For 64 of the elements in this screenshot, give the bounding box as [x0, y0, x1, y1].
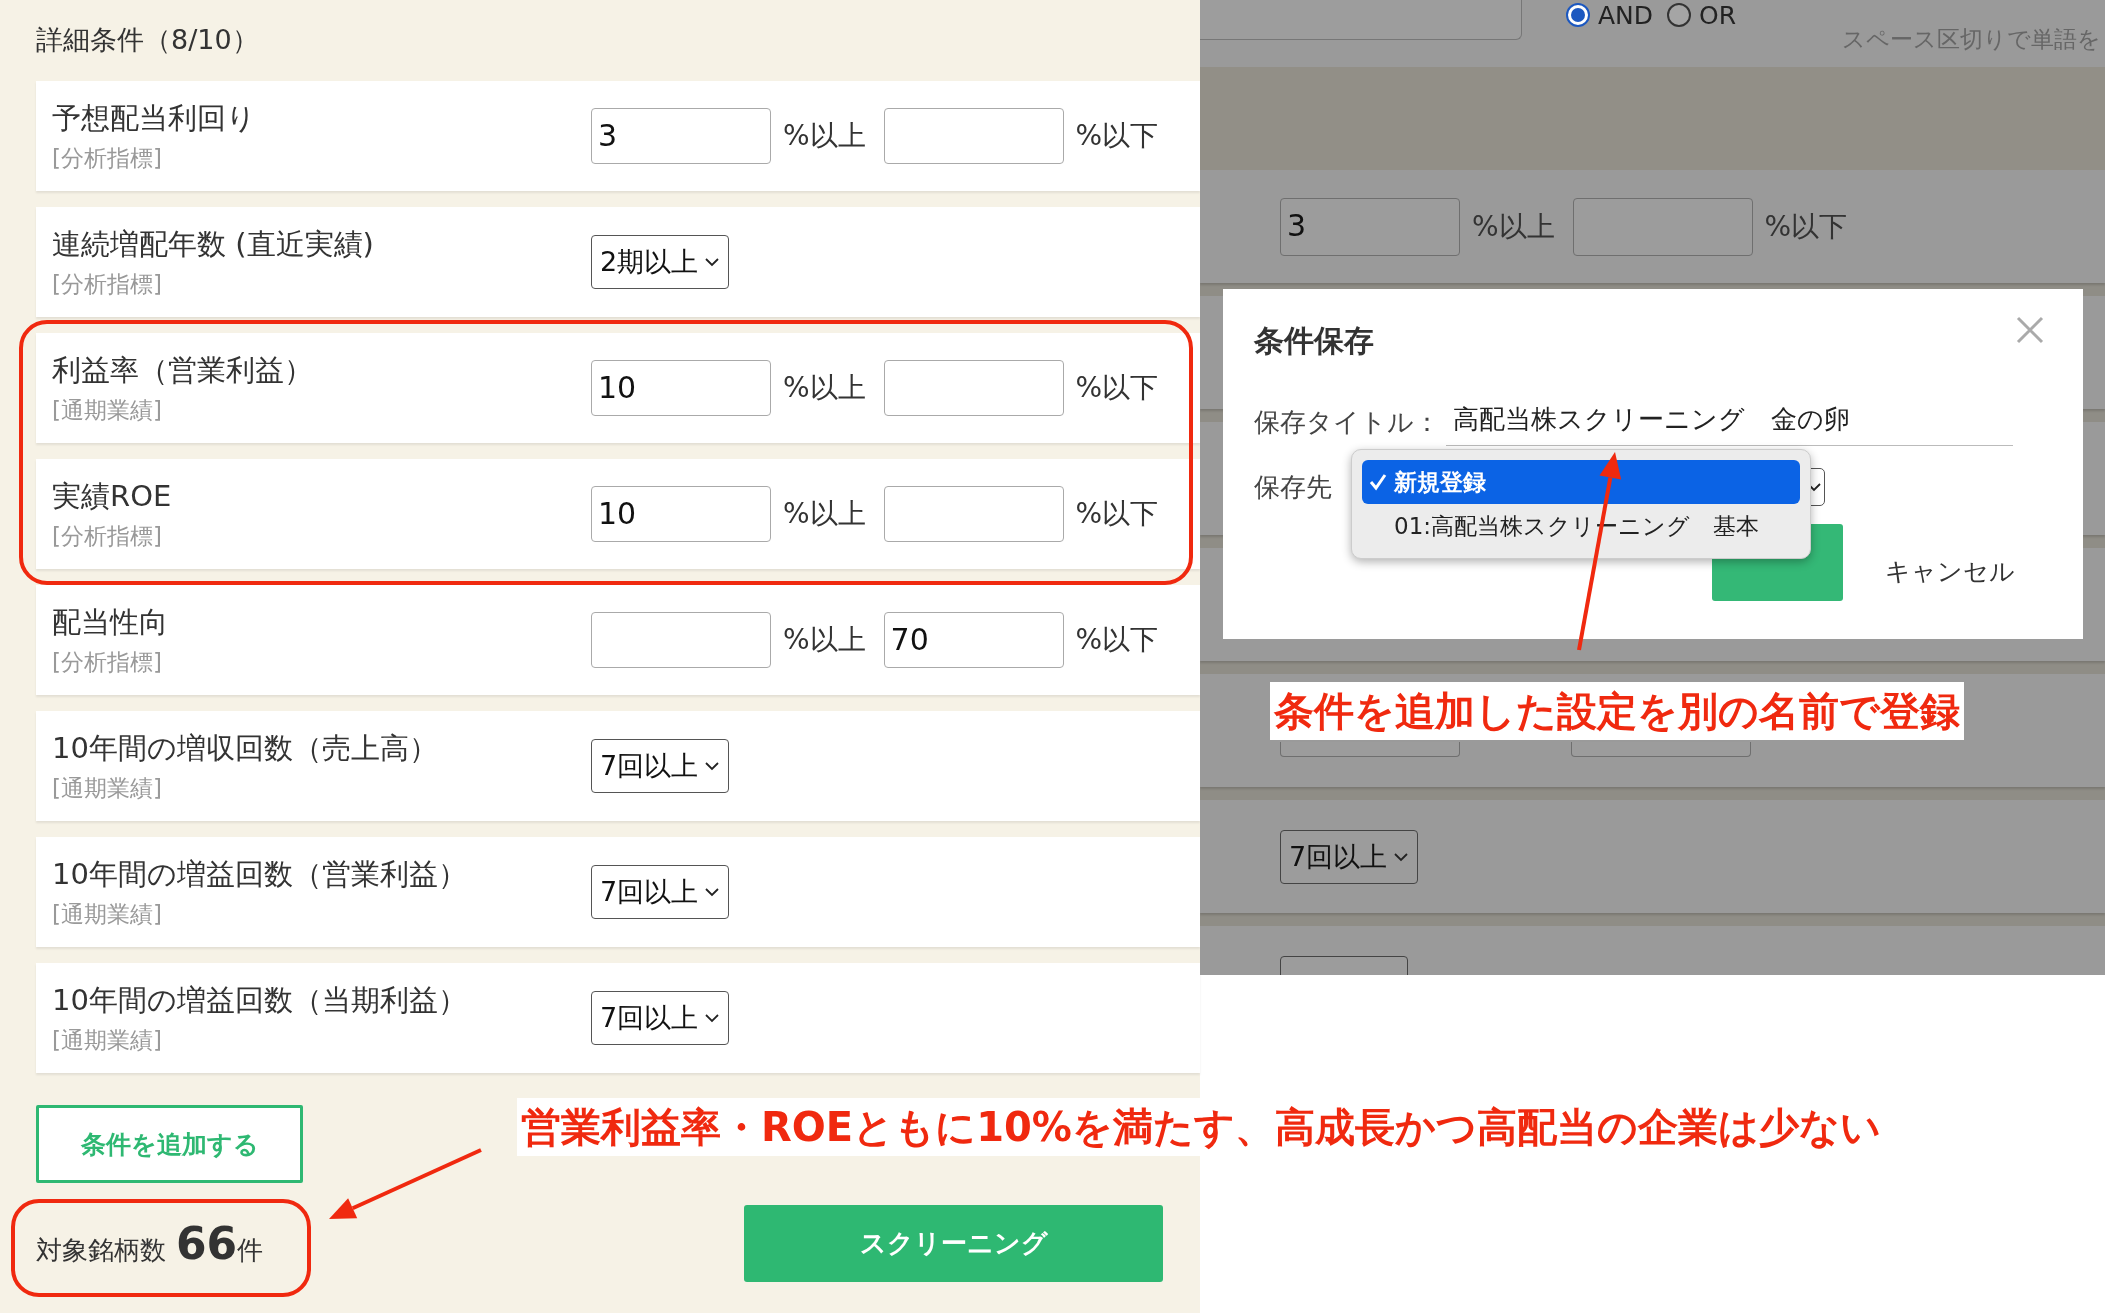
input-field[interactable]	[883, 486, 1064, 542]
condition-label: 予想配当利回り	[52, 99, 257, 137]
category-label: [分析指標]	[52, 647, 163, 677]
chevron-down-icon	[704, 761, 721, 771]
dropdown[interactable]: 7回以上	[591, 739, 730, 793]
dropdown[interactable]: 7回以上	[1280, 829, 1419, 884]
input-field[interactable]	[1572, 197, 1753, 256]
input-field[interactable]: 10	[591, 360, 771, 416]
callout-text: 条件を追加した設定を別の名前で登録	[1270, 682, 1964, 740]
unit-label: %以上	[783, 370, 866, 406]
menu-option[interactable]: 新規登録	[1362, 460, 1800, 504]
input-field[interactable]: 3	[591, 108, 771, 164]
category-label: [通期業績]	[52, 773, 163, 803]
chevron-down-icon	[1393, 851, 1410, 862]
title-field[interactable]: 高配当株スクリーニング 金の卵	[1446, 398, 2013, 446]
condition-label: 10年間の増益回数（営業利益）	[52, 855, 468, 893]
input-field[interactable]	[883, 360, 1064, 416]
input-field[interactable]	[591, 612, 771, 668]
check-icon	[1368, 472, 1388, 492]
chevron-down-icon	[704, 1013, 721, 1023]
radio-option[interactable]: AND	[1566, 0, 1654, 30]
cancel-button[interactable]: キャンセル	[1885, 555, 2015, 588]
condition-label: 利益率（営業利益）	[52, 351, 314, 389]
condition-label: 10年間の増益回数（当期利益）	[52, 981, 468, 1019]
input-field[interactable]: 10	[591, 486, 771, 542]
section-heading: 詳細条件（8/10）	[35, 23, 260, 57]
condition-label: 実績ROE	[52, 477, 173, 515]
input-field[interactable]: 3	[1280, 197, 1460, 256]
category-label: [分析指標]	[52, 521, 163, 551]
category-label: [通期業績]	[52, 395, 163, 425]
input-field[interactable]	[883, 108, 1064, 164]
field-label: 保存タイトル：	[1254, 405, 1440, 439]
input-field[interactable]: 70	[883, 612, 1064, 668]
unit-label: %以下	[1764, 208, 1848, 245]
unit-label: %以上	[783, 118, 866, 154]
condition-label: 10年間の増収回数（売上高）	[52, 729, 439, 767]
keyword-field[interactable]	[1200, 0, 1522, 40]
dropdown[interactable]: 7回以上	[591, 991, 730, 1045]
category-label: [分析指標]	[52, 143, 163, 173]
dropdown[interactable]: 7回以上	[591, 865, 730, 919]
unit-label: %以下	[1075, 118, 1159, 154]
close-icon[interactable]	[2015, 315, 2045, 345]
condition-label: 配当性向	[52, 603, 169, 641]
input-field[interactable]	[1571, 742, 1751, 757]
result-unit: 件	[237, 1235, 264, 1267]
unit-label: %以下	[1075, 622, 1159, 658]
input-field[interactable]	[1280, 742, 1460, 757]
condition-label: 連続増配年数 (直近実績)	[52, 225, 375, 263]
unit-label: %以上	[783, 622, 866, 658]
unit-label: %以下	[1075, 370, 1159, 406]
dropdown[interactable]: 2期以上	[591, 235, 730, 289]
unit-label: %以上	[1472, 208, 1555, 245]
unit-label: %以上	[783, 496, 866, 532]
dialog-title: 条件保存	[1254, 322, 1375, 360]
chevron-down-icon	[704, 887, 721, 897]
result-count: 66	[176, 1218, 238, 1269]
result-label: 対象銘柄数	[36, 1234, 166, 1267]
field-label: 保存先	[1254, 470, 1332, 504]
radio-option[interactable]: OR	[1667, 0, 1737, 30]
unit-label: %以下	[1075, 496, 1159, 532]
category-label: [通期業績]	[52, 899, 163, 929]
category-label: [通期業績]	[52, 1025, 163, 1055]
category-label: [分析指標]	[52, 269, 163, 299]
chevron-down-icon	[704, 257, 721, 267]
